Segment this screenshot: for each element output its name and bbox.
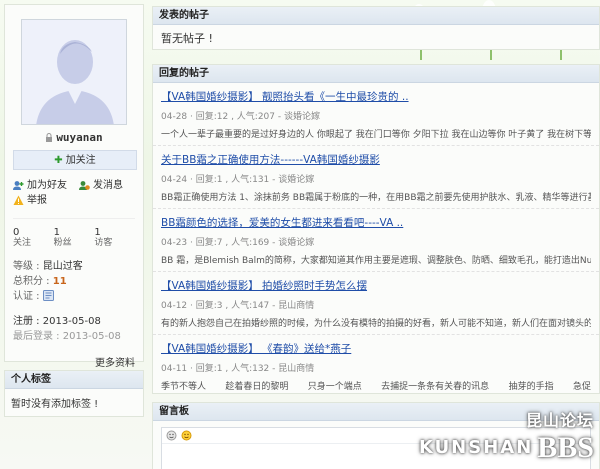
- post-info: 04-23 · 回复:7 , 人气:169 - 谈婚论嫁: [161, 238, 315, 248]
- points-label: 总积分 :: [13, 276, 53, 287]
- add-friend-link[interactable]: 加为好友: [13, 178, 67, 193]
- default-avatar-icon: [22, 20, 126, 124]
- replied-threads-section: 回复的帖子 【VA韩国婚纱摄影】 靓照抬头看《一生中最珍贵的 .. 04-28 …: [152, 64, 600, 394]
- plus-icon: ✚: [54, 155, 63, 166]
- profile-actions: 加为好友 发消息 举报: [13, 178, 135, 208]
- post-excerpt: BB霜正确使用方法 1、涂抹前务 BB霜属于粉底的一种，在用BB霜之前要先使用护…: [161, 193, 591, 203]
- level-label: 等级 :: [13, 261, 43, 272]
- stat-following-count: 0: [13, 227, 20, 238]
- last-login-row: 最后登录 : 2013-05-08: [13, 329, 135, 344]
- left-sidebar: wuyanan ✚ 加关注 加为好友 发消息 举报 0 关注 1 粉丝 1 访客…: [4, 4, 144, 417]
- post-excerpt: BB 霜，是Blemish Balm的简称，大家都知道其作用主要是遮瑕、调整肤色…: [161, 256, 591, 266]
- emoticon-gray-icon[interactable]: [166, 430, 177, 441]
- excerpt-part: 只身一个端点: [307, 382, 362, 392]
- send-message-link[interactable]: 发消息: [79, 178, 123, 193]
- points-row: 总积分 : 11: [13, 274, 135, 289]
- verify-label: 认证 :: [13, 291, 43, 302]
- last-login-date: 2013-05-08: [62, 331, 121, 342]
- warning-icon: [13, 195, 24, 205]
- message-icon: [79, 181, 90, 190]
- post-title-link[interactable]: 【VA韩国婚纱摄影】 靓照抬头看《一生中最珍贵的 ..: [161, 89, 591, 104]
- excerpt-part: 急促: [572, 382, 591, 392]
- excerpt-part: 抽芽的手指: [508, 382, 554, 392]
- message-label: 发消息: [93, 180, 123, 191]
- level-value: 昆山过客: [42, 261, 83, 272]
- profile-card: wuyanan ✚ 加关注 加为好友 发消息 举报 0 关注 1 粉丝 1 访客…: [4, 4, 144, 369]
- stat-followers-label: 粉丝: [53, 238, 72, 248]
- list-item: BB霜颜色的选择，爱美的女生都进来看看吧----VA .. 04-23 · 回复…: [153, 209, 599, 272]
- follow-label: 加关注: [65, 155, 96, 166]
- post-info: 04-12 · 回复:3 , 人气:147 - 昆山商情: [161, 301, 315, 311]
- profile-stats: 0 关注 1 粉丝 1 访客: [13, 218, 135, 249]
- post-title-link[interactable]: 关于BB霜之正确使用方法------VA韩国婚纱摄影: [161, 152, 591, 167]
- follow-button[interactable]: ✚ 加关注: [13, 150, 137, 170]
- stat-following[interactable]: 0 关注: [13, 227, 54, 249]
- post-title-link[interactable]: 【VA韩国婚纱摄影】 拍婚纱照时手势怎么摆: [161, 278, 591, 293]
- avatar[interactable]: [21, 19, 127, 125]
- posted-title: 发表的帖子: [153, 7, 599, 25]
- lock-icon: [46, 133, 53, 142]
- more-info-link[interactable]: 更多资料: [13, 354, 135, 369]
- profile-meta: 等级 : 昆山过客 总积分 : 11 认证 :: [13, 259, 135, 304]
- tags-empty-text: 暂时没有添加标签 !: [11, 399, 99, 410]
- register-row: 注册 : 2013-05-08: [13, 314, 135, 329]
- points-value: 11: [52, 276, 67, 287]
- list-item: 【VA韩国婚纱摄影】 《春韵》送给*燕子 04-11 · 回复:1 , 人气:1…: [153, 335, 599, 397]
- post-info: 04-28 · 回复:12 , 人气:207 - 谈婚论嫁: [161, 112, 320, 122]
- stat-followers[interactable]: 1 粉丝: [54, 227, 95, 249]
- list-item: 【VA韩国婚纱摄影】 靓照抬头看《一生中最珍贵的 .. 04-28 · 回复:1…: [153, 83, 599, 146]
- post-info: 04-24 · 回复:1 , 人气:131 - 谈婚论嫁: [161, 175, 315, 185]
- add-friend-label: 加为好友: [27, 180, 67, 191]
- stat-visitors-count: 1: [94, 227, 101, 238]
- register-date: 2013-05-08: [42, 316, 101, 327]
- last-login-label: 最后登录 :: [13, 331, 63, 342]
- username-text: wuyanan: [56, 131, 103, 144]
- report-link[interactable]: 举报: [13, 193, 47, 208]
- post-title-link[interactable]: 【VA韩国婚纱摄影】 《春韵》送给*燕子: [161, 341, 591, 356]
- posted-empty-text: 暂无帖子 !: [161, 32, 213, 45]
- stat-following-label: 关注: [13, 238, 32, 248]
- username: wuyanan: [13, 131, 135, 144]
- post-excerpt: 有的新人抱怨自己在拍婚纱照的时候，为什么没有模特的拍摄的好看，新人可能不知道，新…: [161, 319, 591, 329]
- profile-dates: 注册 : 2013-05-08 最后登录 : 2013-05-08: [13, 314, 135, 344]
- smiley-icon[interactable]: [181, 430, 192, 441]
- post-excerpt: 一个人一辈子最重要的是过好身边的人 你眼起了 我在门口等你 夕阳下拉 我在山边等…: [161, 130, 591, 140]
- excerpt-part: 季节不等人: [161, 382, 207, 392]
- watermark-en: KUNSHAN: [418, 437, 534, 458]
- stat-visitors-label: 访客: [94, 238, 113, 248]
- register-label: 注册 :: [13, 316, 43, 327]
- kunshan-bbs-watermark: 昆山论坛 KUNSHAN BBS: [419, 407, 594, 465]
- watermark-cn: 昆山论坛: [525, 411, 594, 430]
- posted-threads-section: 发表的帖子 暂无帖子 !: [152, 6, 600, 50]
- report-label: 举报: [27, 195, 47, 206]
- watermark-bbs: BBS: [537, 431, 594, 464]
- post-excerpt: 季节不等人 趁着春日的黎明 只身一个端点 去捕捉一条条有关春的讯息 抽芽的手指 …: [161, 379, 591, 392]
- level-row: 等级 : 昆山过客: [13, 259, 135, 274]
- list-item: 【VA韩国婚纱摄影】 拍婚纱照时手势怎么摆 04-12 · 回复:3 , 人气:…: [153, 272, 599, 335]
- excerpt-part: 趁着春日的黎明: [225, 382, 289, 392]
- tags-panel: 个人标签 暂时没有添加标签 !: [4, 370, 144, 417]
- replied-title: 回复的帖子: [153, 65, 599, 83]
- post-title-link[interactable]: BB霜颜色的选择，爱美的女生都进来看看吧----VA ..: [161, 215, 591, 230]
- excerpt-part: 去捕捉一条条有关春的讯息: [381, 382, 490, 392]
- stat-followers-count: 1: [53, 227, 61, 238]
- verify-row: 认证 :: [13, 289, 135, 304]
- post-info: 04-11 · 回复:1 , 人气:132 - 昆山商情: [161, 364, 315, 374]
- add-friend-icon: [13, 181, 24, 190]
- stat-visitors[interactable]: 1 访客: [94, 227, 135, 249]
- verify-badge-icon[interactable]: [42, 290, 54, 301]
- main-content: 发表的帖子 暂无帖子 ! 回复的帖子 【VA韩国婚纱摄影】 靓照抬头看《一生中最…: [152, 6, 600, 469]
- tags-title: 个人标签: [5, 371, 143, 389]
- list-item: 关于BB霜之正确使用方法------VA韩国婚纱摄影 04-24 · 回复:1 …: [153, 146, 599, 209]
